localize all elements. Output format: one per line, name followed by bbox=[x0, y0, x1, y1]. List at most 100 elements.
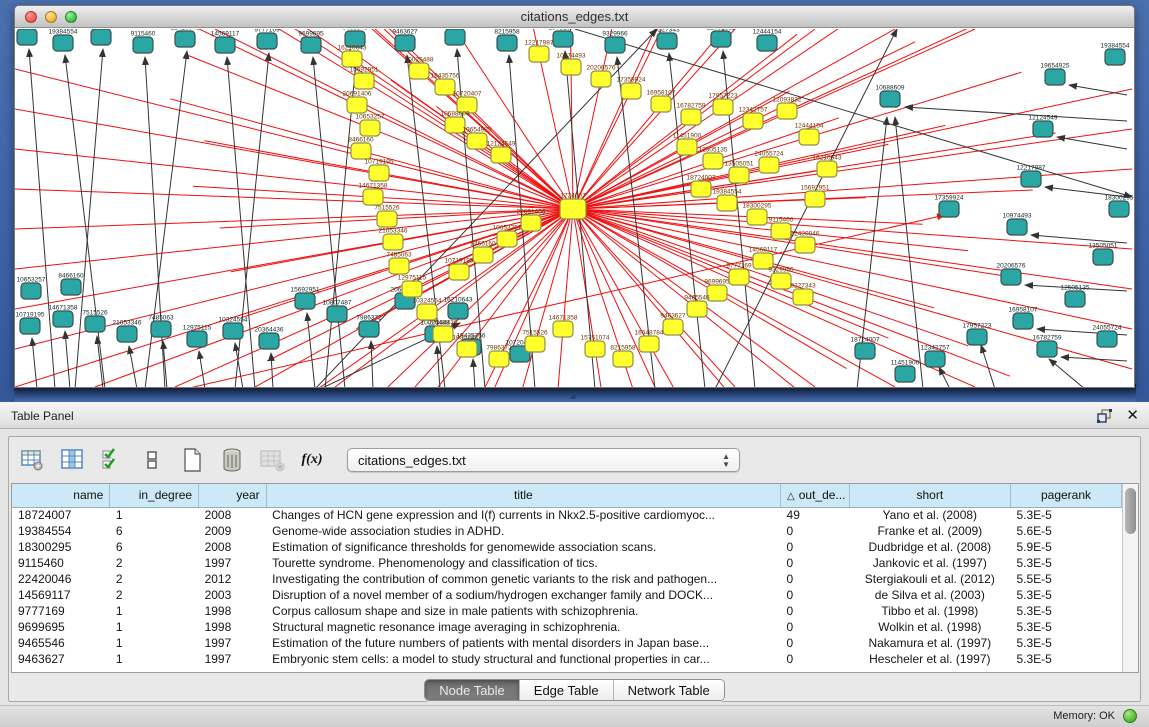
yellow-node[interactable]: 16958107 bbox=[647, 90, 676, 113]
yellow-node[interactable]: 15692951 bbox=[350, 67, 379, 90]
teal-node[interactable]: 11451900 bbox=[891, 360, 920, 383]
teal-node[interactable]: 24055724 bbox=[1093, 325, 1122, 348]
yellow-node[interactable]: 8466160 bbox=[348, 137, 374, 160]
yellow-node[interactable]: 17359924 bbox=[617, 77, 646, 100]
table-row[interactable]: 1872400712008Changes of HCN gene express… bbox=[12, 507, 1122, 523]
table-row[interactable]: 1830029562008Estimation of significance … bbox=[12, 539, 1122, 555]
black-edge[interactable] bbox=[199, 351, 205, 387]
node-table[interactable]: namein_degreeyeartitle△out_de...shortpag… bbox=[12, 484, 1122, 667]
tab-edge-table[interactable]: Edge Table bbox=[520, 680, 614, 700]
delete-table-icon[interactable] bbox=[259, 447, 285, 473]
yellow-node[interactable]: 16210643 bbox=[813, 155, 842, 178]
black-edge[interactable] bbox=[575, 29, 1132, 197]
teal-node[interactable]: 22420046 bbox=[171, 29, 200, 47]
table-row[interactable]: 946362711997Embryonic stem cells: a mode… bbox=[12, 651, 1122, 667]
citation-network-graph[interactable]: 1872400719384554183002959115460224200461… bbox=[15, 29, 1134, 387]
yellow-node[interactable]: 12217987 bbox=[525, 40, 554, 63]
teal-node[interactable]: 18300295 bbox=[1105, 195, 1134, 218]
black-edge[interactable] bbox=[29, 49, 55, 387]
red-edge[interactable] bbox=[717, 293, 847, 369]
yellow-node[interactable]: 9227343 bbox=[790, 283, 816, 306]
yellow-node[interactable]: 7515526 bbox=[522, 330, 548, 353]
teal-node[interactable]: 12444154 bbox=[753, 29, 782, 51]
teal-node[interactable]: 9463627 bbox=[392, 29, 418, 51]
teal-node[interactable]: 16210643 bbox=[444, 297, 473, 320]
teal-node[interactable]: 10324554 bbox=[219, 317, 248, 340]
black-edge[interactable] bbox=[129, 346, 137, 387]
table-row[interactable]: 969969511998Structural magnetic resonanc… bbox=[12, 619, 1122, 635]
yellow-node[interactable]: 10974493 bbox=[557, 53, 586, 76]
teal-node[interactable]: 15692951 bbox=[291, 287, 320, 310]
table-mode-icon[interactable] bbox=[19, 447, 45, 473]
teal-node[interactable]: 8215958 bbox=[494, 29, 520, 51]
table-scrollbar[interactable] bbox=[1122, 484, 1138, 672]
red-edge[interactable] bbox=[815, 190, 1033, 199]
table-row[interactable]: 911546021997Tourette syndrome. Phenomeno… bbox=[12, 555, 1122, 571]
teal-node[interactable]: 12505135 bbox=[1061, 285, 1090, 308]
table-row[interactable]: 946554611997Estimation of the future num… bbox=[12, 635, 1122, 651]
yellow-node[interactable]: 14671358 bbox=[359, 183, 388, 206]
red-edge[interactable] bbox=[539, 54, 573, 209]
memory-status-icon[interactable] bbox=[1123, 709, 1137, 723]
red-edge[interactable] bbox=[372, 349, 467, 387]
teal-node[interactable]: 14671358 bbox=[49, 305, 78, 328]
red-edge[interactable] bbox=[15, 209, 573, 229]
red-edge[interactable] bbox=[231, 242, 393, 272]
teal-node[interactable]: 17957223 bbox=[963, 323, 992, 346]
column-selection-icon[interactable] bbox=[99, 447, 125, 473]
column-header-in_degree[interactable]: in_degree bbox=[110, 484, 199, 507]
column-header-out_de[interactable]: △out_de... bbox=[781, 484, 850, 507]
teal-node[interactable]: 10719195 bbox=[16, 312, 45, 335]
teal-node[interactable]: 10807487 bbox=[323, 300, 352, 323]
yellow-node[interactable]: 10653257 bbox=[356, 114, 385, 137]
teal-node[interactable]: 10653257 bbox=[17, 277, 46, 300]
yellow-node[interactable]: 8466160 bbox=[470, 241, 496, 264]
teal-node[interactable]: 8466160 bbox=[58, 273, 84, 296]
black-edge[interactable] bbox=[437, 346, 440, 387]
black-edge[interactable] bbox=[473, 359, 475, 387]
column-header-short[interactable]: short bbox=[849, 484, 1010, 507]
yellow-node[interactable]: 17957223 bbox=[709, 93, 738, 116]
teal-node[interactable]: 18300295 bbox=[87, 29, 116, 45]
red-edge[interactable] bbox=[723, 29, 858, 107]
scrollbar-thumb[interactable] bbox=[1125, 488, 1136, 534]
yellow-node[interactable]: 7485063 bbox=[386, 252, 412, 275]
yellow-node[interactable]: 7515526 bbox=[374, 205, 400, 228]
teal-node[interactable]: 9329966 bbox=[602, 31, 628, 54]
column-header-title[interactable]: title bbox=[266, 484, 780, 507]
teal-node[interactable]: 18724007 bbox=[851, 337, 880, 360]
teal-node[interactable]: 17359924 bbox=[935, 195, 964, 218]
yellow-node[interactable]: 11451900 bbox=[673, 133, 702, 156]
black-edge[interactable] bbox=[1049, 359, 1085, 387]
red-edge[interactable] bbox=[573, 209, 1132, 329]
red-edge[interactable] bbox=[573, 29, 975, 209]
teal-node[interactable]: 9227343 bbox=[654, 29, 680, 49]
teal-node[interactable]: 19384554 bbox=[49, 29, 78, 51]
yellow-node[interactable]: 9465546 bbox=[684, 295, 710, 318]
yellow-node[interactable]: 20206576 bbox=[587, 65, 616, 88]
black-edge[interactable] bbox=[65, 55, 105, 387]
teal-node[interactable]: 12217987 bbox=[1017, 165, 1046, 188]
black-edge[interactable] bbox=[1061, 357, 1127, 361]
yellow-node[interactable]: 10653257 bbox=[493, 225, 522, 248]
yellow-node[interactable]: 19384554 bbox=[713, 189, 742, 212]
red-edge[interactable] bbox=[242, 266, 399, 317]
float-panel-icon[interactable] bbox=[1097, 409, 1112, 423]
yellow-node[interactable]: 16210643 bbox=[338, 45, 367, 68]
black-edge[interactable] bbox=[32, 338, 37, 387]
black-edge[interactable] bbox=[1057, 137, 1127, 149]
black-edge[interactable] bbox=[65, 331, 70, 387]
function-builder-icon[interactable]: f(x) bbox=[299, 447, 325, 473]
black-edge[interactable] bbox=[307, 313, 315, 387]
yellow-node[interactable]: 9777169 bbox=[726, 263, 752, 286]
red-edge[interactable] bbox=[809, 72, 1021, 137]
red-edge[interactable] bbox=[15, 69, 573, 209]
yellow-node[interactable]: 21053346 bbox=[379, 228, 408, 251]
delete-column-icon[interactable] bbox=[219, 447, 245, 473]
teal-node[interactable]: 12124549 bbox=[1029, 115, 1058, 138]
yellow-node[interactable]: 18724007 bbox=[687, 175, 716, 198]
new-column-icon[interactable] bbox=[179, 447, 205, 473]
yellow-node[interactable]: 16782759 bbox=[677, 103, 706, 126]
column-header-year[interactable]: year bbox=[199, 484, 267, 507]
teal-node[interactable]: 7515526 bbox=[82, 310, 108, 333]
